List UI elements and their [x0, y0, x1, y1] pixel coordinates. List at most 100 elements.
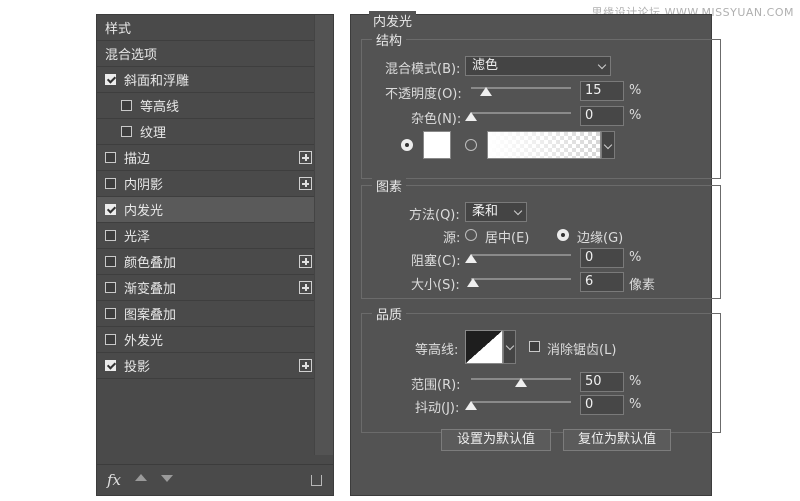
noise-unit: %	[629, 108, 642, 123]
style-item-checkbox[interactable]	[105, 204, 116, 215]
style-item[interactable]: 图案叠加	[97, 301, 316, 327]
style-item-checkbox[interactable]	[105, 178, 116, 189]
style-item[interactable]: 纹理	[97, 119, 316, 145]
style-item[interactable]: 内阴影	[97, 171, 316, 197]
style-item-checkbox[interactable]	[105, 152, 116, 163]
style-item[interactable]: 投影	[97, 353, 316, 379]
choke-slider-thumb[interactable]	[465, 254, 477, 263]
jitter-slider[interactable]	[471, 401, 571, 403]
style-item-checkbox[interactable]	[105, 308, 116, 319]
range-label: 范围(R):	[411, 378, 461, 393]
style-item[interactable]: 混合选项	[97, 41, 316, 67]
contour-dropdown[interactable]	[503, 330, 516, 364]
gradient-swatch[interactable]	[487, 131, 601, 159]
fx-button[interactable]: fx	[107, 471, 121, 489]
style-item-label: 样式	[105, 22, 132, 37]
style-list: 样式混合选项斜面和浮雕等高线纹理描边内阴影内发光光泽颜色叠加渐变叠加图案叠加外发…	[97, 15, 316, 379]
opacity-input[interactable]: 15	[580, 81, 624, 101]
chevron-down-icon	[505, 341, 515, 351]
style-item-label: 光泽	[124, 230, 151, 245]
style-item-checkbox[interactable]	[121, 126, 132, 137]
style-item-checkbox[interactable]	[105, 334, 116, 345]
style-item-checkbox[interactable]	[121, 100, 132, 111]
style-item[interactable]: 渐变叠加	[97, 275, 316, 301]
method-select[interactable]: 柔和	[465, 202, 527, 222]
noise-slider-thumb[interactable]	[465, 112, 477, 121]
source-center-radio[interactable]	[465, 229, 477, 241]
style-item-label: 图案叠加	[124, 308, 177, 323]
style-item-label: 描边	[124, 152, 151, 167]
method-label: 方法(Q):	[409, 208, 460, 223]
jitter-input[interactable]: 0	[580, 395, 624, 415]
add-effect-icon[interactable]	[299, 151, 312, 164]
move-up-icon[interactable]	[135, 474, 147, 481]
style-list-footer: fx	[97, 464, 333, 495]
jitter-label: 抖动(J):	[415, 401, 460, 416]
choke-unit: %	[629, 250, 642, 265]
range-input[interactable]: 50	[580, 372, 624, 392]
blend-mode-label: 混合模式(B):	[385, 62, 461, 77]
style-item-checkbox[interactable]	[105, 230, 116, 241]
size-input[interactable]: 6	[580, 272, 624, 292]
contour-preview[interactable]	[465, 330, 503, 364]
noise-label: 杂色(N):	[411, 112, 462, 127]
style-item-label: 投影	[124, 360, 151, 375]
source-edge-radio[interactable]	[557, 229, 569, 241]
opacity-slider-thumb[interactable]	[480, 87, 492, 96]
style-item-checkbox[interactable]	[105, 256, 116, 267]
antialias-checkbox[interactable]	[529, 341, 540, 352]
method-value: 柔和	[472, 204, 499, 219]
gradient-dropdown[interactable]	[601, 131, 615, 159]
elements-title: 图素	[372, 176, 407, 195]
noise-input[interactable]: 0	[580, 106, 624, 126]
choke-input[interactable]: 0	[580, 248, 624, 268]
source-label: 源:	[443, 231, 461, 246]
style-item[interactable]: 斜面和浮雕	[97, 67, 316, 93]
noise-slider[interactable]	[471, 112, 571, 114]
style-item[interactable]: 颜色叠加	[97, 249, 316, 275]
style-list-panel: 样式混合选项斜面和浮雕等高线纹理描边内阴影内发光光泽颜色叠加渐变叠加图案叠加外发…	[96, 14, 334, 496]
choke-slider[interactable]	[471, 254, 571, 256]
size-slider[interactable]	[471, 278, 571, 280]
move-down-icon[interactable]	[161, 475, 173, 482]
style-item-checkbox[interactable]	[105, 74, 116, 85]
solid-color-radio[interactable]	[401, 139, 413, 151]
inner-glow-panel: 内发光 结构 混合模式(B): 滤色 不透明度(O): 15 % 杂色(N): …	[350, 11, 721, 496]
style-item-label: 颜色叠加	[124, 256, 177, 271]
antialias-label[interactable]: 消除锯齿(L)	[547, 339, 616, 358]
style-item[interactable]: 描边	[97, 145, 316, 171]
style-item[interactable]: 光泽	[97, 223, 316, 249]
add-effect-icon[interactable]	[299, 177, 312, 190]
style-item[interactable]: 样式	[97, 15, 316, 41]
glow-color-swatch[interactable]	[423, 131, 451, 159]
panel-title: 内发光	[369, 11, 417, 30]
style-item-label: 纹理	[140, 126, 167, 141]
blend-mode-select[interactable]: 滤色	[465, 56, 611, 76]
add-effect-icon[interactable]	[299, 255, 312, 268]
style-item-label: 等高线	[140, 100, 180, 115]
gradient-radio[interactable]	[465, 139, 477, 151]
style-list-scrollbar[interactable]	[314, 15, 333, 455]
range-slider-thumb[interactable]	[515, 378, 527, 387]
style-item[interactable]: 外发光	[97, 327, 316, 353]
style-item[interactable]: 等高线	[97, 93, 316, 119]
jitter-slider-thumb[interactable]	[465, 401, 477, 410]
style-item-checkbox[interactable]	[105, 282, 116, 293]
style-item[interactable]: 内发光	[97, 197, 316, 223]
source-edge-label[interactable]: 边缘(G)	[577, 227, 623, 246]
style-item-label: 内发光	[124, 204, 164, 219]
range-unit: %	[629, 374, 642, 389]
opacity-label: 不透明度(O):	[385, 87, 462, 102]
add-effect-icon[interactable]	[299, 359, 312, 372]
size-slider-thumb[interactable]	[467, 278, 480, 287]
source-center-label[interactable]: 居中(E)	[485, 227, 529, 246]
jitter-unit: %	[629, 397, 642, 412]
trash-icon[interactable]	[311, 475, 322, 486]
style-item-checkbox[interactable]	[105, 360, 116, 371]
add-effect-icon[interactable]	[299, 281, 312, 294]
structure-title: 结构	[372, 30, 407, 49]
style-item-label: 斜面和浮雕	[124, 74, 190, 89]
make-default-button[interactable]: 设置为默认值	[441, 429, 551, 451]
chevron-down-icon	[603, 140, 613, 150]
reset-default-button[interactable]: 复位为默认值	[563, 429, 671, 451]
